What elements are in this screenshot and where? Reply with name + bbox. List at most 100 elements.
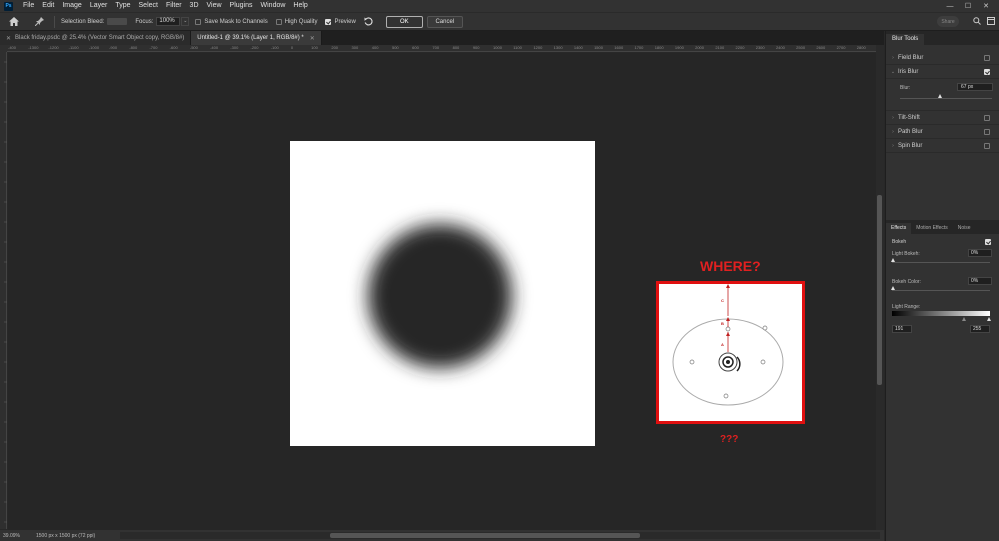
ruler-tick-label: -1000 [88,45,100,50]
ruler-tick-label: 2200 [735,45,745,50]
ruler-tick-label: 600 [412,45,419,50]
tab-black-friday[interactable]: ✕ Black friday.psdc @ 25.4% (Vector Smar… [0,31,192,45]
ok-button[interactable]: OK [385,15,423,28]
tab-noise[interactable]: Noise [953,223,976,234]
light-range-gradient [892,311,990,316]
chevron-right-icon[interactable]: › [888,129,898,135]
menu-select[interactable]: Select [135,0,162,12]
blur-item-spin-blur[interactable]: › Spin Blur [886,139,999,153]
tab-blur-tools[interactable]: Blur Tools [886,34,925,45]
tab-motion-effects[interactable]: Motion Effects [911,223,953,234]
light-bokeh-slider-thumb[interactable] [891,258,895,262]
chevron-right-icon[interactable]: › [888,55,898,61]
focus-input[interactable]: 100% [156,17,181,26]
light-range-label: Light Range: [892,304,921,310]
blur-tool-button[interactable] [30,14,48,30]
menu-image[interactable]: Image [58,0,85,12]
tilt-shift-checkbox[interactable] [984,115,990,121]
menu-edit[interactable]: Edit [38,0,58,12]
close-icon[interactable]: ✕ [310,35,315,42]
blur-item-tilt-shift[interactable]: › Tilt-Shift [886,111,999,125]
vertical-scrollbar[interactable] [876,45,884,530]
marker-b-label: B [721,321,724,326]
light-bokeh-slider-track[interactable] [892,262,990,263]
cancel-button[interactable]: Cancel [426,15,463,28]
ruler-tick-label: 1200 [533,45,543,50]
tab-effects[interactable]: Effects [886,223,912,234]
tab-label: Untitled-1 @ 39.1% (Layer 1, RGB/8#) * [197,35,304,41]
ruler-tick-label: 1000 [493,45,502,50]
ruler-tick-label: 2500 [796,45,806,50]
bokeh-color-slider-thumb[interactable] [891,286,895,290]
ruler-tick-label: -900 [109,45,118,50]
menu-window[interactable]: Window [257,0,290,12]
bokeh-color-group: Bokeh Color: 0% [886,276,999,304]
document-canvas[interactable] [290,141,595,446]
maximize-button[interactable]: ☐ [959,2,977,10]
chevron-right-icon[interactable]: › [888,143,898,149]
workspace-icon[interactable] [987,17,995,25]
focus-dropdown[interactable]: ⌄ [181,17,190,26]
light-range-high-thumb[interactable] [987,317,991,321]
minimize-button[interactable]: — [941,3,959,10]
bokeh-color-input[interactable]: 0% [968,277,992,285]
ruler-tick-label: 0 [290,45,294,50]
chevron-down-icon[interactable]: ⌄ [888,69,898,75]
light-range-low-input[interactable]: 191 [892,325,912,333]
preview-label: Preview [334,18,356,25]
spin-blur-checkbox[interactable] [984,143,990,149]
undo-icon [364,17,373,26]
menu-file[interactable]: File [19,0,38,12]
blur-item-label: Spin Blur [898,142,923,149]
save-mask-checkbox[interactable] [195,18,202,25]
close-window-button[interactable]: ✕ [977,2,995,10]
menu-help[interactable]: Help [289,0,311,12]
bokeh-checkbox[interactable] [985,239,991,245]
field-blur-checkbox[interactable] [984,55,990,61]
blur-item-label: Iris Blur [898,68,919,75]
preview-checkbox[interactable] [325,18,332,25]
chevron-right-icon[interactable]: › [888,115,898,121]
light-bokeh-input[interactable]: 0% [968,249,992,257]
menu-items: File Edit Image Layer Type Select Filter… [19,0,312,12]
tab-label: Black friday.psdc @ 25.4% (Vector Smart … [15,35,185,41]
light-range-low-thumb[interactable] [962,317,966,321]
iris-blur-checkbox[interactable] [984,69,990,75]
ruler-tick-label: -400 [8,45,17,50]
close-icon[interactable]: ✕ [6,35,11,42]
menu-view[interactable]: View [203,0,226,12]
ruler-horizontal: -400 -1300 -1200 -1100 -1000 -900 -800 -700 -600… [7,45,876,52]
bokeh-color-label: Bokeh Color: [892,279,921,285]
zoom-level[interactable]: 39.09% [0,533,28,539]
blur-item-iris-blur[interactable]: ⌄ Iris Blur [886,65,999,79]
photoshop-logo[interactable]: Ps [4,1,13,11]
path-blur-checkbox[interactable] [984,129,990,135]
selection-bleed-slider[interactable] [107,18,128,25]
blur-slider-thumb[interactable] [938,94,942,98]
blur-item-field-blur[interactable]: › Field Blur [886,51,999,65]
horizontal-scroll-thumb[interactable] [330,533,640,538]
tab-untitled-1[interactable]: Untitled-1 @ 39.1% (Layer 1, RGB/8#) * ✕ [191,31,322,45]
blur-amount-input[interactable]: 67 px [957,83,993,91]
light-range-high-input[interactable]: 255 [970,325,990,333]
menu-3d[interactable]: 3D [186,0,203,12]
home-button[interactable] [4,14,24,30]
ruler-tick-label: 200 [331,45,339,50]
annotation-heading: WHERE? [700,258,761,274]
share-button[interactable]: Share [937,16,959,27]
menu-filter[interactable]: Filter [162,0,186,12]
menu-layer[interactable]: Layer [86,0,112,12]
vertical-scroll-thumb[interactable] [877,195,882,385]
horizontal-scrollbar[interactable] [120,532,880,539]
high-quality-checkbox[interactable] [275,18,282,25]
search-icon[interactable] [973,17,981,25]
blur-slider-track[interactable] [900,98,992,99]
ruler-tick-label: 2600 [816,45,826,50]
reset-button[interactable] [364,17,374,27]
menu-plugins[interactable]: Plugins [226,0,257,12]
ruler-tick-label: -100 [270,45,279,50]
bokeh-color-slider-track[interactable] [892,290,990,291]
high-quality-label: High Quality [284,18,318,25]
blur-item-path-blur[interactable]: › Path Blur [886,125,999,139]
menu-type[interactable]: Type [111,0,134,12]
